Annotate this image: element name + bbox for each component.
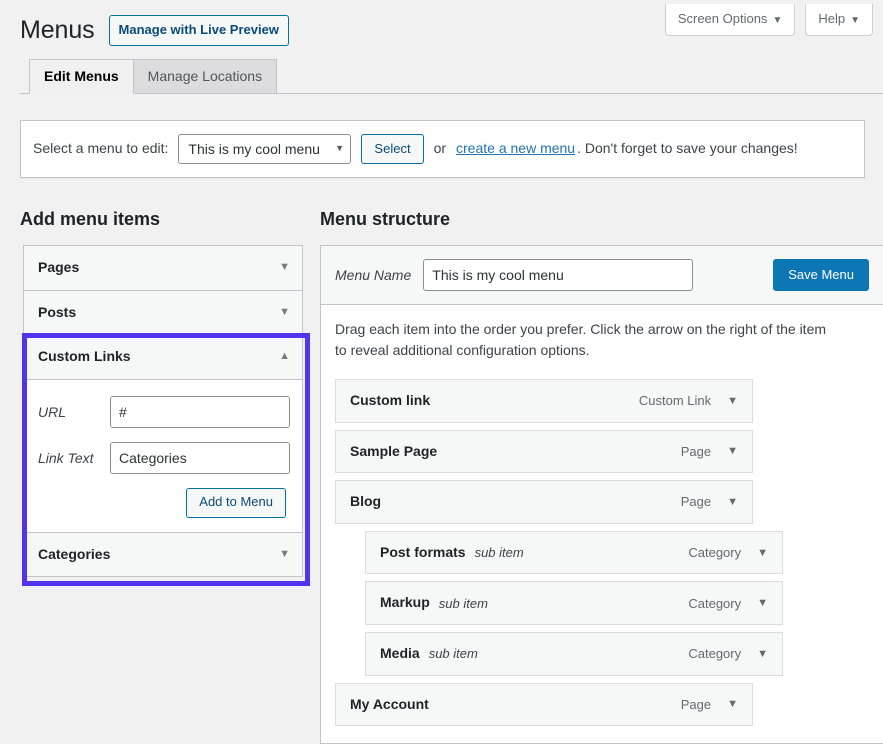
menu-item-meta: Page ▼ bbox=[681, 697, 738, 712]
menu-item-sub-label: sub item bbox=[439, 596, 488, 611]
menu-item-title: Media bbox=[380, 644, 420, 664]
menu-item-sub-label: sub item bbox=[429, 646, 478, 661]
menu-name-bar: Menu Name Save Menu bbox=[321, 246, 883, 305]
accordion-header-posts[interactable]: Posts ▼ bbox=[24, 291, 302, 335]
nav-tab-wrapper: Edit Menus Manage Locations bbox=[20, 60, 883, 94]
page-header: Menus Manage with Live Preview bbox=[20, 14, 289, 47]
accordion-header-pages[interactable]: Pages ▼ bbox=[24, 246, 302, 290]
chevron-down-icon[interactable]: ▼ bbox=[727, 496, 738, 508]
menu-item-markup[interactable]: Markup sub item Category ▼ bbox=[365, 581, 783, 625]
or-text: or bbox=[434, 139, 446, 159]
add-menu-items-heading: Add menu items bbox=[20, 208, 160, 231]
menu-items-list: Custom link Custom Link ▼ Sample Page Pa… bbox=[335, 379, 869, 743]
chevron-down-icon[interactable]: ▼ bbox=[727, 445, 738, 457]
page-title: Menus bbox=[20, 14, 95, 47]
menu-item-type: Category bbox=[688, 596, 741, 611]
accordion-header-categories[interactable]: Categories ▼ bbox=[24, 533, 302, 577]
help-button[interactable]: Help ▼ bbox=[805, 4, 873, 36]
manage-with-live-preview-button[interactable]: Manage with Live Preview bbox=[109, 15, 289, 46]
menu-item-post-formats[interactable]: Post formats sub item Category ▼ bbox=[365, 531, 783, 575]
custom-links-form: URL Link Text Add to Menu bbox=[24, 380, 302, 532]
link-text-label: Link Text bbox=[38, 450, 110, 466]
chevron-down-icon[interactable]: ▼ bbox=[757, 547, 768, 559]
menu-item-meta: Page ▼ bbox=[681, 494, 738, 509]
menu-item-type: Category bbox=[688, 545, 741, 560]
save-reminder-text: . Don't forget to save your changes! bbox=[577, 139, 798, 159]
save-menu-button[interactable]: Save Menu bbox=[773, 259, 869, 291]
accordion-label-pages: Pages bbox=[38, 258, 79, 278]
menu-item-title: Post formats bbox=[380, 543, 466, 563]
menu-item-type: Page bbox=[681, 494, 711, 509]
accordion-panel-custom-links: Custom Links ▲ URL Link Text Add to Menu bbox=[24, 335, 302, 533]
menu-item-sub-label: sub item bbox=[475, 545, 524, 560]
menu-select-dropdown[interactable]: This is my cool menu bbox=[178, 134, 351, 164]
tab-edit-menus[interactable]: Edit Menus bbox=[29, 59, 134, 94]
accordion-label-categories: Categories bbox=[38, 545, 110, 565]
menu-item-title: Blog bbox=[350, 492, 381, 512]
menu-item-media[interactable]: Media sub item Category ▼ bbox=[365, 632, 783, 676]
screen-options-button[interactable]: Screen Options ▼ bbox=[665, 4, 796, 36]
accordion-panel-posts: Posts ▼ bbox=[24, 291, 302, 336]
menu-select-wrapper: This is my cool menu ▾ bbox=[178, 134, 351, 164]
menu-item-my-account[interactable]: My Account Page ▼ bbox=[335, 683, 753, 727]
chevron-down-icon: ▼ bbox=[850, 15, 860, 26]
create-new-menu-link[interactable]: create a new menu bbox=[456, 139, 575, 159]
menu-item-type: Page bbox=[681, 697, 711, 712]
link-text-input[interactable] bbox=[110, 442, 290, 474]
accordion-panel-pages: Pages ▼ bbox=[24, 246, 302, 291]
screen-meta-links: Screen Options ▼ Help ▼ bbox=[665, 4, 873, 36]
add-to-menu-button[interactable]: Add to Menu bbox=[186, 488, 286, 518]
chevron-down-icon: ▼ bbox=[279, 260, 290, 275]
menu-item-meta: Page ▼ bbox=[681, 444, 738, 459]
chevron-down-icon[interactable]: ▼ bbox=[757, 597, 768, 609]
menu-item-title: Custom link bbox=[350, 391, 430, 411]
menu-item-title: Sample Page bbox=[350, 442, 437, 462]
menu-item-type: Page bbox=[681, 444, 711, 459]
menu-item-title: My Account bbox=[350, 695, 429, 715]
menu-select-bar: Select a menu to edit: This is my cool m… bbox=[20, 120, 865, 178]
chevron-down-icon: ▼ bbox=[279, 305, 290, 320]
url-input[interactable] bbox=[110, 396, 290, 428]
tab-manage-locations[interactable]: Manage Locations bbox=[133, 59, 277, 93]
chevron-up-icon: ▲ bbox=[279, 349, 290, 364]
menu-item-type: Custom Link bbox=[639, 393, 711, 408]
menu-structure-panel: Menu Name Save Menu Drag each item into … bbox=[320, 245, 883, 744]
chevron-down-icon[interactable]: ▼ bbox=[757, 648, 768, 660]
menu-structure-heading: Menu structure bbox=[320, 208, 450, 231]
menu-item-custom-link[interactable]: Custom link Custom Link ▼ bbox=[335, 379, 753, 423]
help-label: Help bbox=[818, 11, 845, 26]
link-text-field-row: Link Text bbox=[38, 442, 288, 474]
menu-item-meta: Category ▼ bbox=[688, 646, 768, 661]
menu-name-input[interactable] bbox=[423, 259, 693, 291]
add-menu-items-accordion: Pages ▼ Posts ▼ Custom Links ▲ URL Link … bbox=[23, 245, 303, 577]
accordion-panel-categories: Categories ▼ bbox=[24, 533, 302, 577]
accordion-label-posts: Posts bbox=[38, 303, 76, 323]
chevron-down-icon: ▼ bbox=[772, 15, 782, 26]
menu-item-type: Category bbox=[688, 646, 741, 661]
url-label: URL bbox=[38, 404, 110, 420]
menu-name-label: Menu Name bbox=[335, 267, 411, 283]
select-menu-prompt: Select a menu to edit: bbox=[33, 139, 168, 159]
menu-item-meta: Custom Link ▼ bbox=[639, 393, 738, 408]
accordion-header-custom-links[interactable]: Custom Links ▲ bbox=[24, 335, 302, 380]
accordion-label-custom-links: Custom Links bbox=[38, 347, 131, 367]
url-field-row: URL bbox=[38, 396, 288, 428]
chevron-down-icon[interactable]: ▼ bbox=[727, 395, 738, 407]
custom-links-actions: Add to Menu bbox=[38, 488, 288, 518]
menu-item-sample-page[interactable]: Sample Page Page ▼ bbox=[335, 430, 753, 474]
menu-structure-body: Drag each item into the order you prefer… bbox=[321, 305, 883, 743]
chevron-down-icon: ▼ bbox=[279, 547, 290, 562]
menu-item-blog[interactable]: Blog Page ▼ bbox=[335, 480, 753, 524]
drag-help-text: Drag each item into the order you prefer… bbox=[335, 319, 835, 361]
screen-options-label: Screen Options bbox=[678, 11, 768, 26]
menu-item-meta: Category ▼ bbox=[688, 596, 768, 611]
chevron-down-icon[interactable]: ▼ bbox=[727, 698, 738, 710]
menu-item-title: Markup bbox=[380, 593, 430, 613]
menu-item-meta: Category ▼ bbox=[688, 545, 768, 560]
select-button[interactable]: Select bbox=[361, 134, 423, 164]
